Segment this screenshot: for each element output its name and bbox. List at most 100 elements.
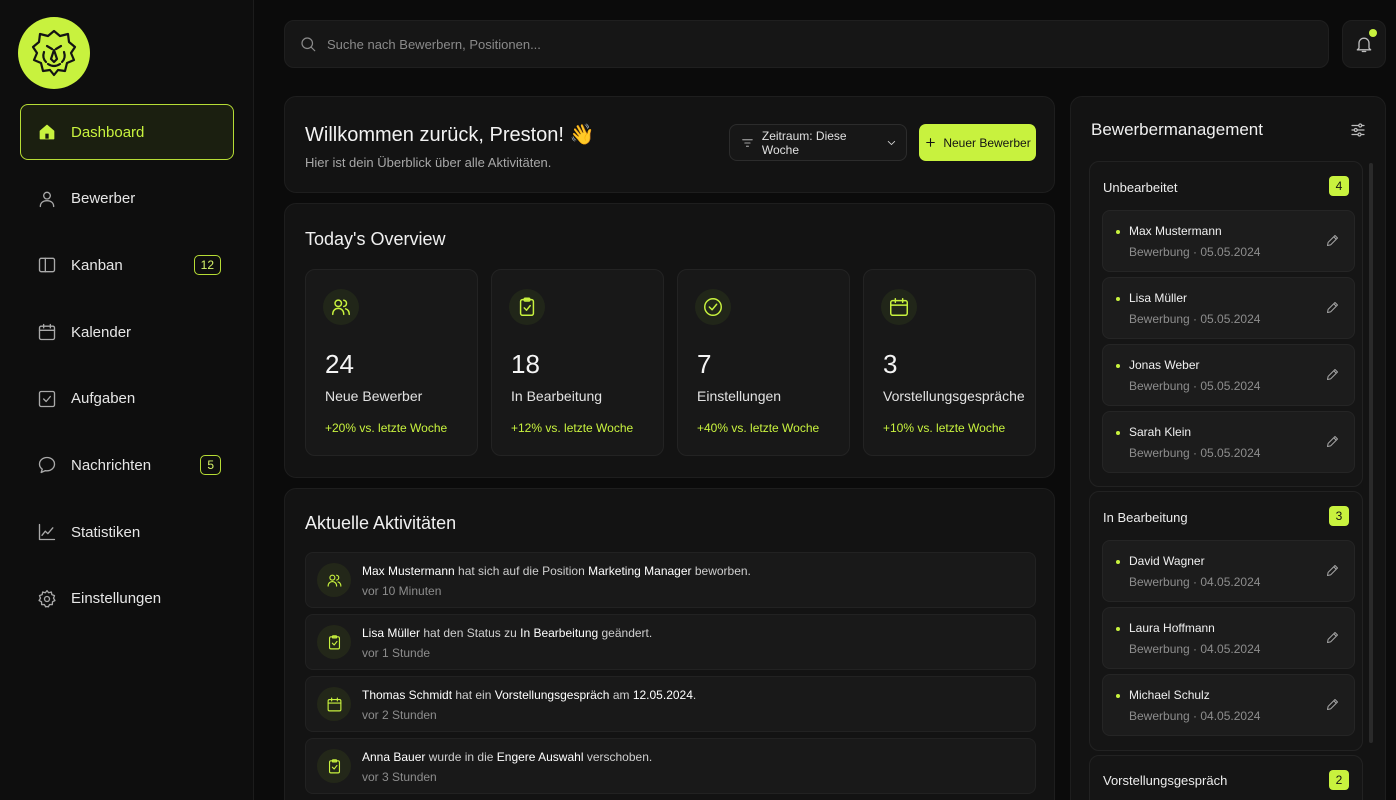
sidebar-item-label: Kanban (71, 256, 123, 274)
bell-icon (1356, 37, 1372, 53)
applicant-card[interactable]: David Wagner Bewerbung · 04.05.2024 (1102, 540, 1355, 602)
stat-value: 7 (697, 349, 712, 379)
search-input[interactable] (327, 36, 1227, 52)
stat-card-interviews[interactable]: 3 Vorstellungsgespräche +10% vs. letzte … (863, 269, 1036, 456)
group-title: Vorstellungsgespräch (1103, 773, 1228, 788)
activity-text: Anna Bauer wurde in die Engere Auswahl v… (362, 750, 652, 764)
applicant-card[interactable]: Max Mustermann Bewerbung · 05.05.2024 (1102, 210, 1355, 272)
activity-icon-wrap (317, 687, 351, 721)
activity-text-part: . (692, 688, 697, 702)
activity-icon-wrap (317, 749, 351, 783)
pencil-icon (1327, 235, 1338, 246)
activity-highlight: In Bearbeitung (520, 626, 599, 640)
stat-value: 3 (883, 349, 898, 379)
main-nav: Dashboard Bewerber Kanban 12 Kalender Au… (20, 104, 234, 638)
stat-trend: +12% vs. letzte Woche (511, 421, 634, 435)
stat-card-hires[interactable]: 7 Einstellungen +40% vs. letzte Woche (677, 269, 850, 456)
activity-item[interactable]: Max Mustermann hat sich auf die Position… (305, 552, 1036, 608)
applicant-card[interactable]: Laura Hoffmann Bewerbung · 04.05.2024 (1102, 607, 1355, 669)
activity-text-part: verschoben. (583, 750, 653, 764)
sidebar-item-kalender[interactable]: Kalender (20, 304, 234, 360)
sidebar: Dashboard Bewerber Kanban 12 Kalender Au… (0, 0, 254, 800)
period-filter-dropdown[interactable]: Zeitraum: Diese Woche (729, 124, 907, 161)
sidebar-item-kanban[interactable]: Kanban 12 (20, 237, 234, 293)
edit-button[interactable] (1325, 434, 1340, 449)
applicant-card[interactable]: Jonas Weber Bewerbung · 05.05.2024 (1102, 344, 1355, 406)
new-applicant-button[interactable]: Neuer Bewerber (919, 124, 1036, 161)
sidebar-item-einstellungen[interactable]: Einstellungen (20, 571, 234, 627)
status-dot (1116, 230, 1120, 234)
sidebar-item-aufgaben[interactable]: Aufgaben (20, 371, 234, 427)
applicant-meta: Bewerbung · 05.05.2024 (1129, 446, 1261, 460)
activity-highlight: Marketing Manager (588, 564, 692, 578)
activity-text: Lisa Müller hat den Status zu In Bearbei… (362, 626, 652, 640)
activity-highlight: Thomas Schmidt (362, 688, 453, 702)
notifications-button[interactable] (1342, 20, 1386, 68)
gear-icon (38, 589, 56, 608)
group-count-badge: 2 (1329, 770, 1349, 790)
pencil-icon (1327, 632, 1338, 643)
activity-icon-wrap (317, 563, 351, 597)
stat-icon-wrap (695, 289, 731, 325)
search-bar[interactable] (284, 20, 1329, 68)
chevron-down-icon (887, 140, 896, 145)
activity-time: vor 1 Stunde (362, 646, 431, 660)
activity-text-part: hat sich auf die Position (454, 564, 589, 578)
stat-trend: +40% vs. letzte Woche (697, 421, 820, 435)
check-circle-icon (704, 298, 722, 316)
sidebar-item-dashboard[interactable]: Dashboard (20, 104, 234, 160)
home-icon (39, 124, 55, 140)
activity-item[interactable]: Anna Bauer wurde in die Engere Auswahl v… (305, 738, 1036, 794)
activity-item[interactable]: Lisa Müller hat den Status zu In Bearbei… (305, 614, 1036, 670)
applicant-name: Michael Schulz (1129, 688, 1210, 702)
scrollbar[interactable] (1369, 163, 1373, 743)
edit-button[interactable] (1325, 697, 1340, 712)
applicant-card[interactable]: Lisa Müller Bewerbung · 05.05.2024 (1102, 277, 1355, 339)
stat-label: Vorstellungsgespräche (883, 388, 1025, 404)
activity-item[interactable]: Thomas Schmidt hat ein Vorstellungsgespr… (305, 676, 1036, 732)
edit-button[interactable] (1325, 300, 1340, 315)
sidebar-item-nachrichten[interactable]: Nachrichten 5 (20, 437, 234, 493)
group-unbearbeitet: Unbearbeitet 4 Max Mustermann Bewerbung … (1089, 161, 1363, 487)
applicant-card[interactable]: Sarah Klein Bewerbung · 05.05.2024 (1102, 411, 1355, 473)
overview-panel: Today's Overview 24 Neue Bewerber +20% v… (284, 203, 1055, 478)
activity-text: Thomas Schmidt hat ein Vorstellungsgespr… (362, 688, 696, 702)
management-title: Bewerbermanagement (1091, 120, 1263, 139)
sidebar-item-bewerber[interactable]: Bewerber (20, 171, 234, 227)
edit-button[interactable] (1325, 563, 1340, 578)
stat-value: 24 (325, 349, 354, 379)
stat-icon-wrap (881, 289, 917, 325)
lion-logo-icon[interactable] (18, 17, 90, 89)
plus-icon (926, 138, 936, 147)
stat-value: 18 (511, 349, 540, 379)
applicant-meta: Bewerbung · 04.05.2024 (1129, 709, 1261, 723)
period-filter-label: Zeitraum: Diese Woche (761, 128, 847, 157)
stat-card-in-progress[interactable]: 18 In Bearbeitung +12% vs. letzte Woche (491, 269, 664, 456)
group-count-badge: 4 (1329, 176, 1349, 196)
pencil-icon (1327, 699, 1338, 710)
edit-button[interactable] (1325, 367, 1340, 382)
management-settings-button[interactable] (1349, 121, 1367, 139)
applicant-card[interactable]: Michael Schulz Bewerbung · 04.05.2024 (1102, 674, 1355, 736)
stat-icon-wrap (323, 289, 359, 325)
edit-button[interactable] (1325, 233, 1340, 248)
user-icon (39, 191, 55, 207)
applicant-name: Lisa Müller (1129, 291, 1188, 305)
edit-button[interactable] (1325, 630, 1340, 645)
activity-time: vor 10 Minuten (362, 584, 442, 598)
search-icon (301, 37, 316, 52)
activities-panel: Aktuelle Aktivitäten Max Mustermann hat … (284, 488, 1055, 800)
group-vorstellungsgespraech: Vorstellungsgespräch 2 (1089, 755, 1363, 800)
chat-icon (38, 457, 56, 474)
applicant-name: Laura Hoffmann (1129, 621, 1215, 635)
sidebar-item-statistiken[interactable]: Statistiken (20, 504, 234, 560)
status-dot (1116, 364, 1120, 368)
applicant-meta: Bewerbung · 05.05.2024 (1129, 245, 1261, 259)
pencil-icon (1327, 302, 1338, 313)
pencil-icon (1327, 565, 1338, 576)
clipboard-check-icon (519, 297, 535, 316)
notification-dot (1369, 29, 1377, 37)
activity-highlight: Anna Bauer (362, 750, 426, 764)
status-dot (1116, 297, 1120, 301)
stat-card-new-applicants[interactable]: 24 Neue Bewerber +20% vs. letzte Woche (305, 269, 478, 456)
